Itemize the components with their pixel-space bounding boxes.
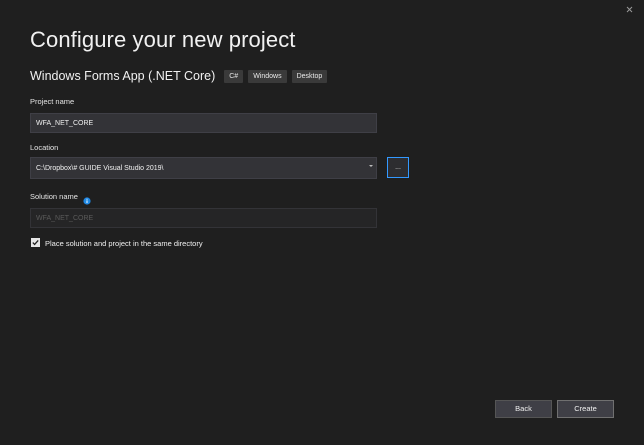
page-title: Configure your new project (30, 27, 296, 52)
checkmark-icon (32, 239, 39, 246)
solution-name-input: WFA_NET_CORE (30, 208, 377, 228)
location-value: C:\Dropbox\# GUIDE Visual Studio 2019\ (36, 164, 164, 172)
solution-name-placeholder: WFA_NET_CORE (36, 214, 94, 222)
template-name: Windows Forms App (.NET Core) (30, 69, 216, 83)
close-button[interactable] (622, 3, 638, 17)
info-icon[interactable] (83, 192, 91, 205)
location-label: Location (30, 143, 59, 152)
same-directory-label[interactable]: Place solution and project in the same d… (45, 239, 203, 248)
project-name-input[interactable]: WFA_NET_CORE (30, 113, 377, 133)
project-name-label: Project name (30, 97, 75, 106)
template-info: Windows Forms App (.NET Core) C# Windows… (30, 68, 332, 84)
solution-name-label: Solution name (30, 192, 78, 201)
tag-language: C# (224, 69, 244, 83)
location-combobox[interactable]: C:\Dropbox\# GUIDE Visual Studio 2019\ (30, 157, 377, 179)
close-icon (626, 6, 633, 13)
browse-button[interactable]: ... (387, 157, 409, 178)
configure-project-dialog: Configure your new project Windows Forms… (0, 0, 644, 445)
back-button[interactable]: Back (495, 400, 552, 418)
tag-project-type: Desktop (291, 69, 328, 83)
project-name-value: WFA_NET_CORE (36, 119, 94, 127)
browse-label: ... (395, 164, 401, 171)
tag-platform: Windows (248, 69, 287, 83)
chevron-down-icon[interactable] (369, 165, 373, 167)
create-button[interactable]: Create (557, 400, 614, 418)
same-directory-checkbox[interactable] (31, 238, 40, 247)
